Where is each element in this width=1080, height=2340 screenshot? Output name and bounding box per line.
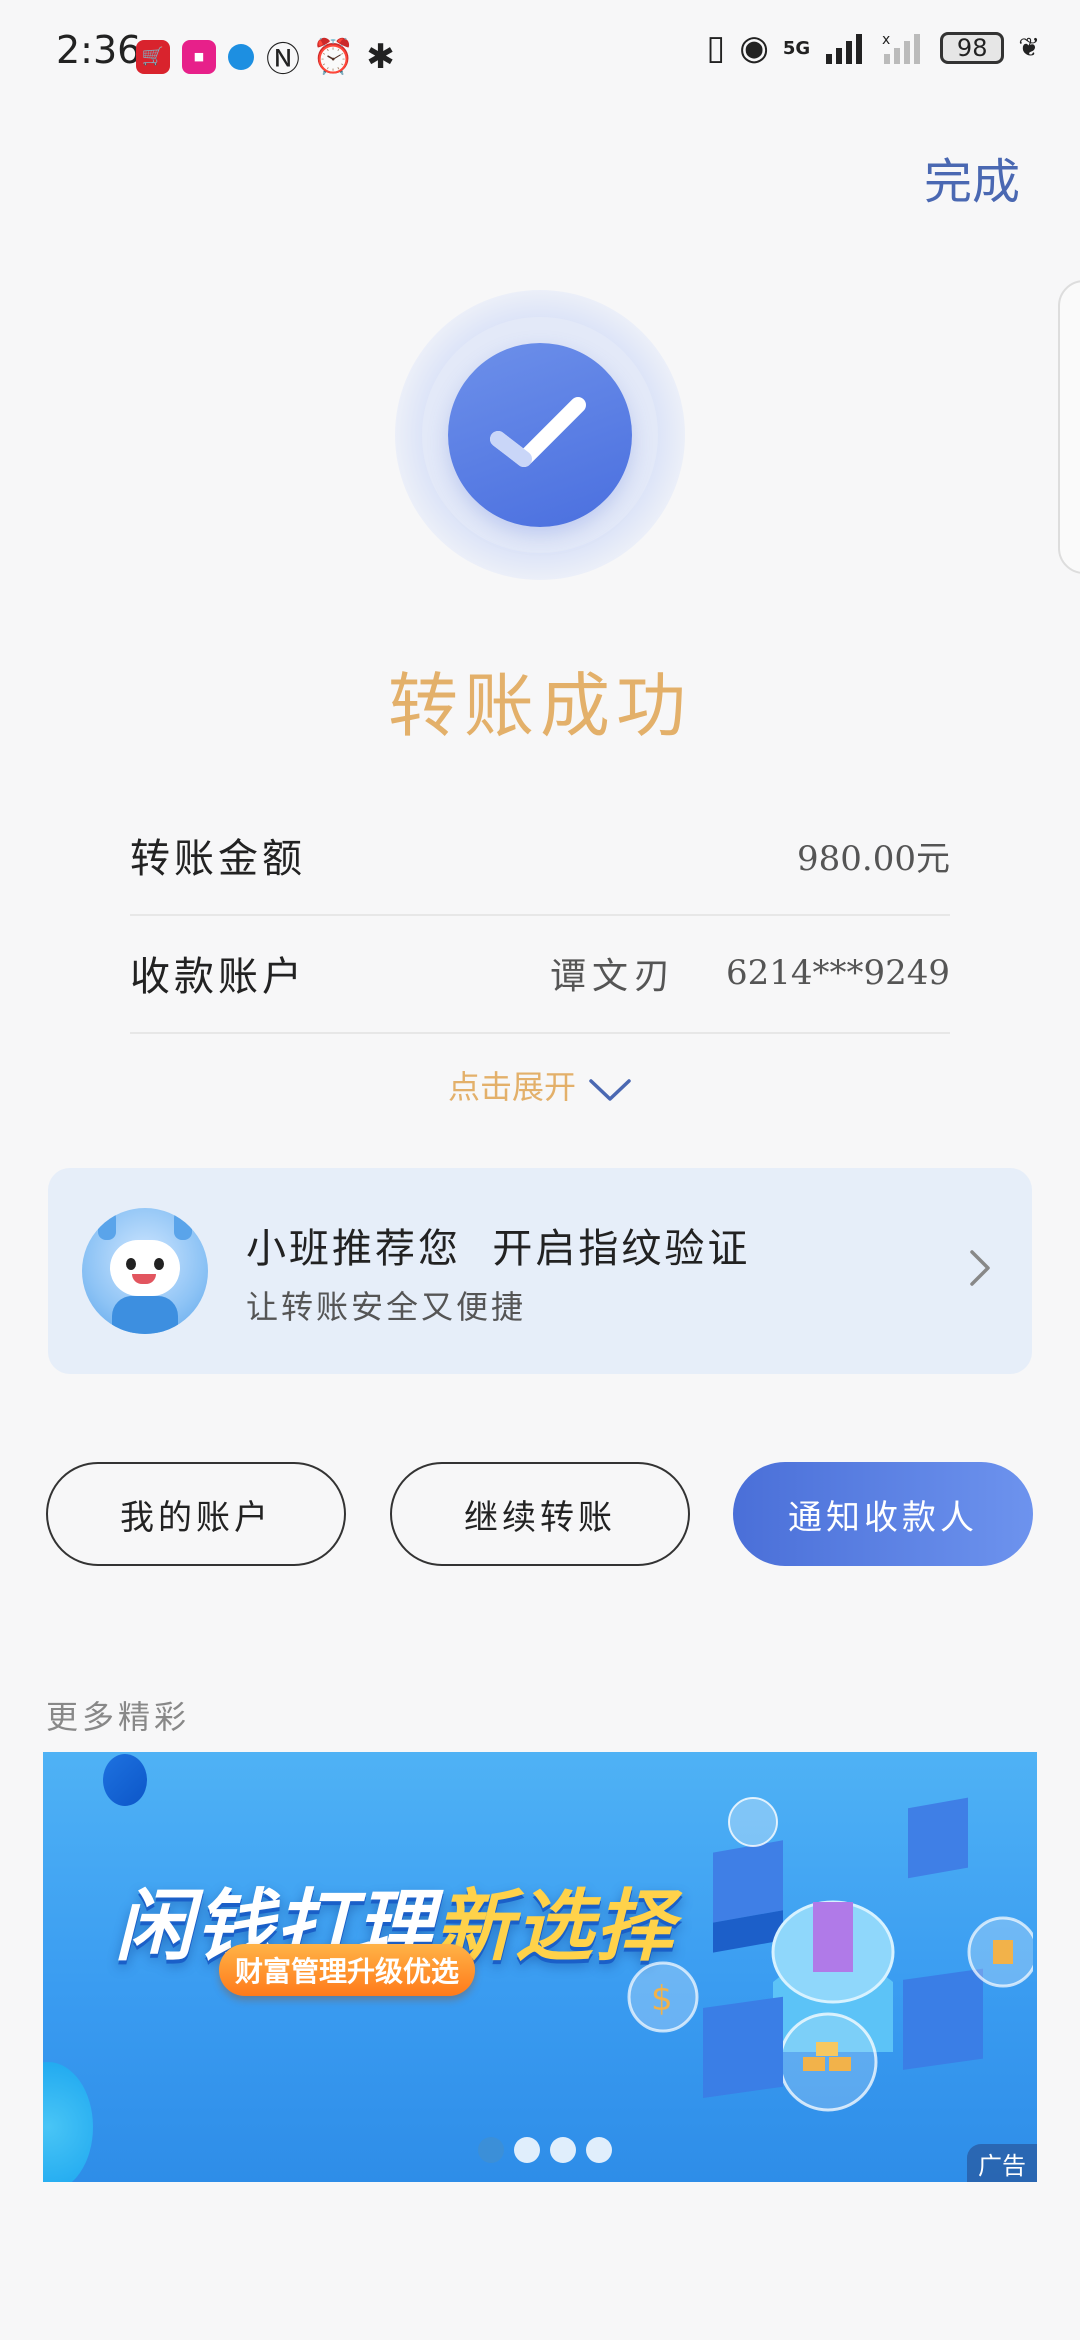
shopping-cart-icon: 🛒: [136, 39, 170, 74]
pagination-dot[interactable]: [514, 2137, 540, 2163]
svg-text:x: x: [882, 32, 890, 48]
checkmark-icon: [490, 397, 586, 467]
banner-pagination[interactable]: [478, 2137, 612, 2163]
signal-no-service-icon: x: [882, 32, 921, 64]
ad-banner[interactable]: 闲钱打理新选择 财富管理升级优选 $ 广告: [43, 1752, 1037, 2182]
battery-indicator: 98: [940, 32, 1005, 64]
chevron-down-icon: [589, 1078, 631, 1101]
my-account-button[interactable]: 我的账户: [46, 1462, 346, 1566]
account-number: 6214***9249: [725, 953, 950, 993]
success-title: 转账成功: [388, 665, 692, 747]
chevron-right-icon: [970, 1250, 990, 1286]
mascot-antler-right: [174, 1210, 192, 1240]
nfc-icon: Ⓝ: [266, 40, 300, 80]
pagination-dot[interactable]: [550, 2137, 576, 2163]
success-icon-wrapper: [395, 290, 685, 580]
continue-transfer-button[interactable]: 继续转账: [390, 1462, 690, 1566]
pagination-dot[interactable]: [586, 2137, 612, 2163]
expand-label: 点击展开: [447, 1068, 576, 1106]
svg-text:$: $: [651, 1979, 673, 2019]
mascot-eye-right: [154, 1258, 164, 1270]
ad-badge: 广告: [967, 2144, 1037, 2182]
pagination-dot[interactable]: [478, 2137, 504, 2163]
app-notification-icon: ■: [182, 39, 216, 74]
notify-payee-button[interactable]: 通知收款人: [733, 1462, 1033, 1566]
mascot-antler-left: [98, 1210, 116, 1240]
bluetooth-icon: ✱: [366, 36, 395, 77]
payee-name: 谭文刃: [550, 956, 677, 997]
finance-illustration: $: [627, 1797, 1033, 2112]
banner-pill: 财富管理升级优选: [219, 1944, 475, 1996]
side-panel-handle[interactable]: [1058, 280, 1080, 574]
status-time: 2:36: [56, 28, 142, 72]
hotspot-icon: ◉: [739, 28, 769, 68]
promo-subtitle: 让转账安全又便捷: [246, 1288, 527, 1326]
status-bar: 2:36 🛒 ■ Ⓝ ⏰ ✱ ▯ ◉ 5G x 98 ❦: [0, 0, 1080, 110]
signal-icon: [826, 34, 863, 64]
promo-title: 小班推荐您 开启指纹验证: [246, 1226, 751, 1272]
system-status-icons: ▯ ◉ 5G x 98 ❦: [707, 28, 1041, 68]
amount-value: 980.00元: [797, 838, 950, 879]
account-row: 收款账户 谭文刃 6214***9249: [130, 914, 950, 1034]
done-button[interactable]: 完成: [924, 142, 1020, 212]
more-section-label: 更多精彩: [46, 1698, 191, 1736]
check-circle: [448, 343, 632, 527]
mascot-body: [112, 1296, 178, 1334]
mascot-eye-left: [126, 1258, 136, 1270]
amount-row: 转账金额 980.00元: [130, 796, 950, 916]
network-type: 5G: [782, 37, 811, 59]
mascot-avatar: [82, 1208, 208, 1334]
expand-details-link[interactable]: 点击展开: [0, 1062, 1080, 1108]
notification-icons: 🛒 ■ Ⓝ ⏰ ✱: [136, 32, 395, 81]
browser-icon: [228, 43, 254, 70]
leaf-icon: ❦: [1018, 33, 1040, 63]
alarm-icon: ⏰: [312, 36, 355, 77]
banner-decoration: [43, 2062, 93, 2182]
mascot-face: [110, 1240, 180, 1296]
amount-label: 转账金额: [130, 836, 306, 882]
vibrate-icon: ▯: [706, 28, 726, 68]
account-label: 收款账户: [130, 954, 306, 1000]
fingerprint-promo-card[interactable]: 小班推荐您 开启指纹验证 让转账安全又便捷: [48, 1168, 1032, 1374]
banner-decoration: [103, 1754, 147, 1806]
